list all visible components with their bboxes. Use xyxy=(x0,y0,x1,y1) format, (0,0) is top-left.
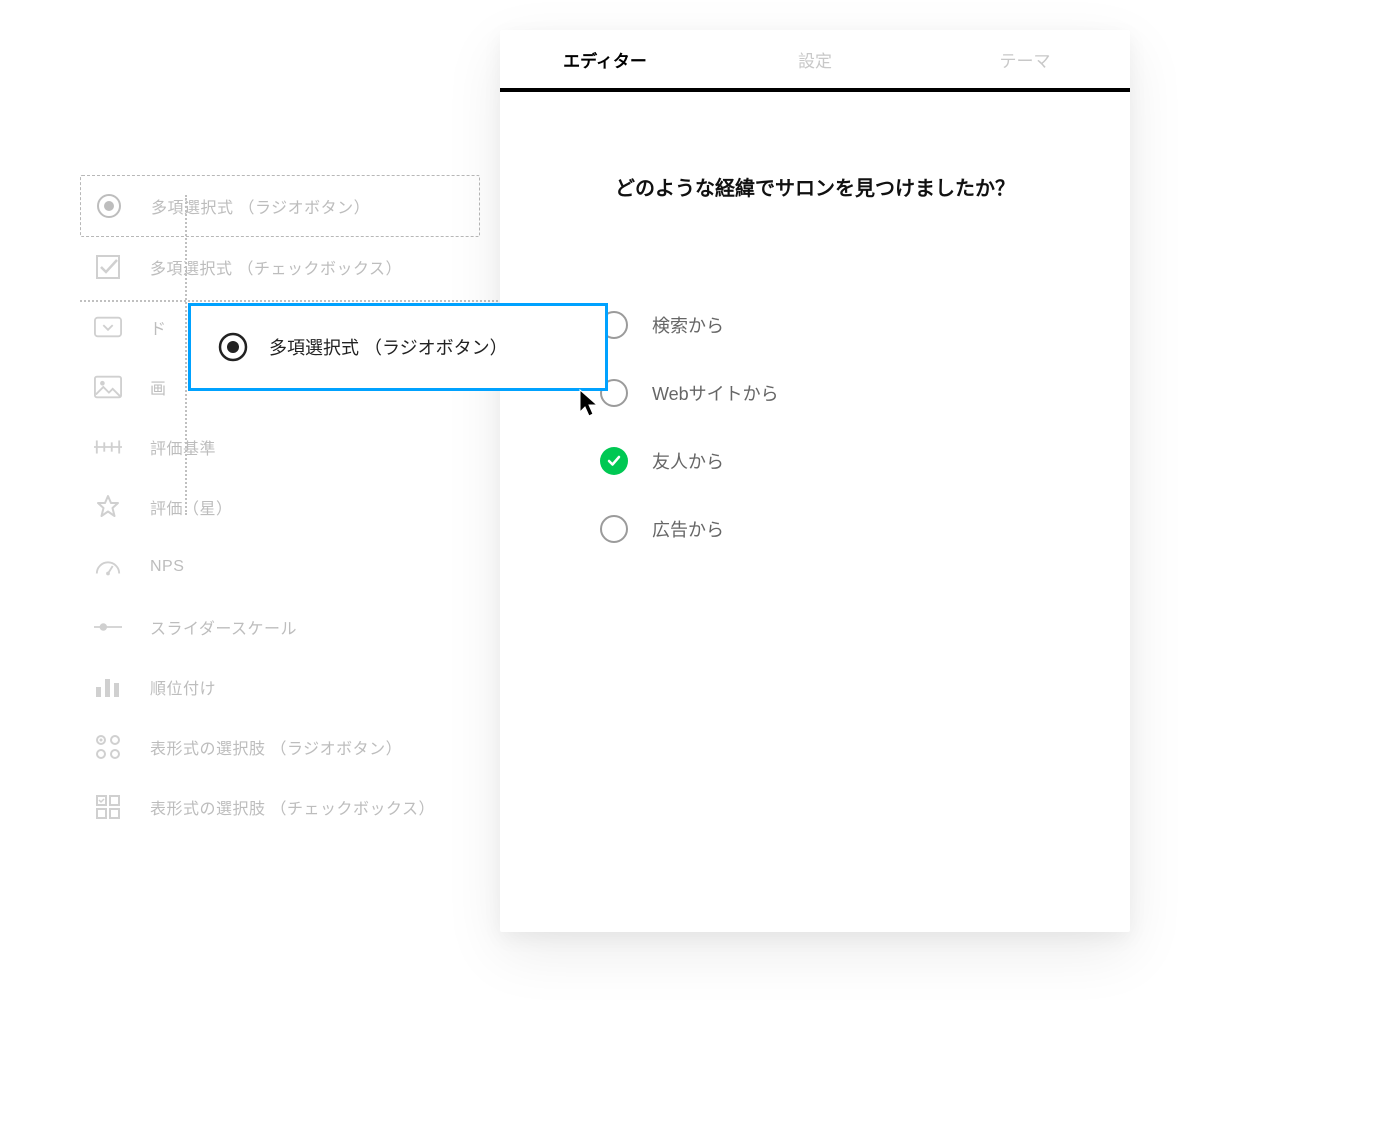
radio-unchecked-icon xyxy=(600,515,628,543)
preview-question-text: どのような経緯でサロンを見つけましたか？ xyxy=(560,172,1070,201)
sidebar-item-matrix-radio[interactable]: 表形式の選択肢 （ラジオボタン） xyxy=(80,717,480,777)
tab-label: エディター xyxy=(563,47,647,72)
dropdown-icon xyxy=(94,313,122,341)
preview-option[interactable]: 友人から xyxy=(600,447,1070,475)
sidebar-item-label: 評価基準 xyxy=(150,435,216,459)
sidebar-item-radio[interactable]: 多項選択式 （ラジオボタン） xyxy=(80,175,480,237)
preview-option[interactable]: Webサイトから xyxy=(600,379,1070,407)
checkbox-icon xyxy=(94,253,122,281)
image-icon xyxy=(94,373,122,401)
tab-theme[interactable]: テーマ xyxy=(920,30,1130,88)
sidebar-item-label: 表形式の選択肢 （ラジオボタン） xyxy=(150,735,402,759)
sidebar-item-label: 多項選択式 （ラジオボタン） xyxy=(151,194,370,218)
cursor-icon xyxy=(578,388,602,423)
option-label: 友人から xyxy=(652,448,724,474)
matrix-radio-icon xyxy=(94,733,122,761)
option-label: Webサイトから xyxy=(652,380,779,406)
sidebar-item-checkbox[interactable]: 多項選択式 （チェックボックス） xyxy=(80,237,480,297)
sidebar-item-matrix-checkbox[interactable]: 表形式の選択肢 （チェックボックス） xyxy=(80,777,480,837)
sidebar-item-label: 順位付け xyxy=(150,675,216,699)
sidebar-item-label: NPS xyxy=(150,558,184,576)
tab-settings[interactable]: 設定 xyxy=(710,30,920,88)
tab-label: テーマ xyxy=(1000,47,1051,72)
sidebar-item-slider[interactable]: スライダースケール xyxy=(80,597,480,657)
preview-options-list: 検索から Webサイトから 友人から 広告から xyxy=(560,311,1070,543)
sidebar-item-label: ド xyxy=(150,315,167,339)
sidebar-item-ranking[interactable]: 順位付け xyxy=(80,657,480,717)
tab-label: 設定 xyxy=(798,47,832,72)
star-icon xyxy=(94,493,122,521)
sidebar-item-star[interactable]: 評価（星） xyxy=(80,477,480,537)
preview-option[interactable]: 検索から xyxy=(600,311,1070,339)
gauge-icon xyxy=(94,553,122,581)
sidebar-item-nps[interactable]: NPS xyxy=(80,537,480,597)
radio-icon xyxy=(95,192,123,220)
sidebar-item-label: 表形式の選択肢 （チェックボックス） xyxy=(150,795,435,819)
radio-icon xyxy=(217,331,249,363)
slider-icon xyxy=(94,613,122,641)
sidebar-item-scale[interactable]: 評価基準 xyxy=(80,417,480,477)
tab-editor[interactable]: エディター xyxy=(500,30,710,88)
preview-panel: エディター 設定 テーマ どのような経緯でサロンを見つけましたか？ 検索から W… xyxy=(500,30,1130,932)
sidebar-item-label: 画 xyxy=(150,375,167,399)
matrix-checkbox-icon xyxy=(94,793,122,821)
option-label: 検索から xyxy=(652,312,724,338)
drag-tile-label: 多項選択式 （ラジオボタン） xyxy=(269,334,508,360)
preview-tabs: エディター 設定 テーマ xyxy=(500,30,1130,92)
sidebar-item-label: 評価（星） xyxy=(150,495,233,519)
question-types-sidebar: 多項選択式 （ラジオボタン） 多項選択式 （チェックボックス） ド 画 評価基準… xyxy=(80,175,480,837)
preview-option[interactable]: 広告から xyxy=(600,515,1070,543)
scale-icon xyxy=(94,433,122,461)
radio-checked-icon xyxy=(600,447,628,475)
sidebar-item-label: スライダースケール xyxy=(150,615,297,639)
preview-body: どのような経緯でサロンを見つけましたか？ 検索から Webサイトから 友人から … xyxy=(500,92,1130,932)
dragging-question-tile[interactable]: 多項選択式 （ラジオボタン） xyxy=(188,303,608,391)
sidebar-item-label: 多項選択式 （チェックボックス） xyxy=(150,255,402,279)
option-label: 広告から xyxy=(652,516,724,542)
ranking-icon xyxy=(94,673,122,701)
